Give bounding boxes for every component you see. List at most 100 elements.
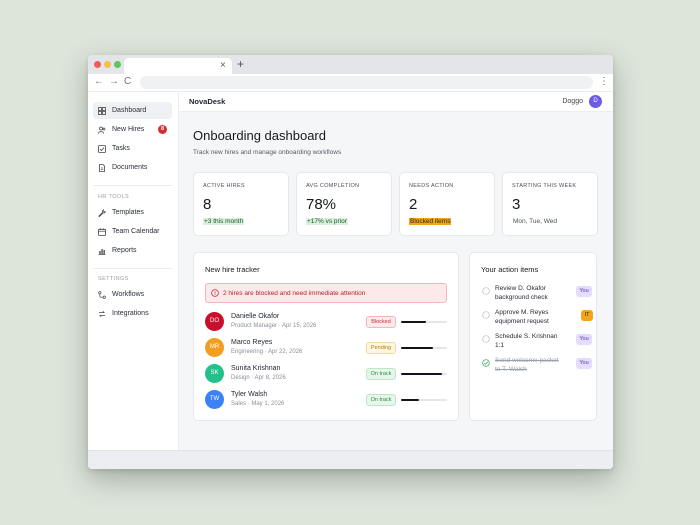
stat-card-needs-action: NEEDS ACTION 2 Blocked items [399,172,495,236]
progress-fill [401,321,427,323]
bar-chart-icon [98,247,106,255]
hire-row[interactable]: TW Tyler Walsh Sales · May 1, 2026 On tr… [205,389,449,411]
reload-icon[interactable]: C [124,75,131,89]
sidebar-item-label: Team Calendar [112,228,160,235]
stat-value: 2 [409,196,418,213]
maximize-window-button[interactable] [114,61,121,68]
minimize-window-button[interactable] [104,61,111,68]
users-icon [98,126,106,134]
browser-tab[interactable]: × [124,58,232,74]
progress-fill [401,373,443,375]
sidebar-item-reports[interactable]: Reports [93,242,172,259]
sidebar-item-label: Dashboard [112,107,147,114]
sidebar-divider [93,185,173,186]
checkbox-icon [98,144,106,153]
action-text: Review D. Okafor background check [495,285,548,301]
address-bar[interactable] [140,76,593,89]
stat-card-starting-this-week: STARTING THIS WEEK 3 Mon, Tue, Wed [502,172,598,236]
stat-value: 78% [306,196,337,213]
checked-circle-icon[interactable] [482,359,490,367]
app-brand: NovaDesk [189,97,226,106]
back-arrow-icon[interactable]: ← [94,75,104,89]
stat-card-active-hires: ACTIVE HIRES 8 +3 this month [193,172,289,236]
hire-row[interactable]: SK Sunita Krishnan Design · Apr 8, 2026 … [205,363,449,385]
stat-trend-badge: +3 this month [203,218,245,225]
hire-meta: Sales · May 1, 2026 [231,401,285,407]
panel-title: Your action items [481,265,539,274]
blocked-items-badge[interactable]: Blocked items [409,218,452,225]
close-window-button[interactable] [94,61,101,68]
action-items-panel: Your action items Review D. Okafor backg… [469,252,597,421]
progress-bar [401,399,447,401]
stat-label: AVG COMPLETION [306,183,360,189]
status-badge: On track [366,368,396,380]
top-header: NovaDesk Doggo D [179,92,613,112]
stat-label: STARTING THIS WEEK [512,183,577,189]
stat-note: Mon, Tue, Wed [513,218,557,225]
assignee-tag: You [576,334,592,345]
avatar: SK [205,364,224,383]
hire-row[interactable]: MR Marco Reyes Engineering · Apr 22, 202… [205,337,449,359]
new-hires-count-badge: 8 [158,125,167,134]
sidebar-item-templates[interactable]: Templates [93,204,172,221]
progress-bar [401,373,447,375]
workflow-icon [98,290,106,299]
user-avatar[interactable]: D [589,95,602,108]
alert-circle-icon [211,289,219,297]
sidebar-item-label: New Hires [112,126,145,133]
sidebar-divider [93,268,173,269]
progress-fill [401,399,420,401]
stat-trend-badge: +17% vs prior [306,218,348,225]
document-icon [98,163,106,172]
forward-arrow-icon[interactable]: → [109,75,119,89]
browser-status-area [88,450,613,469]
panel-title: New hire tracker [205,265,260,274]
assignee-tag: You [576,286,592,297]
stat-value: 3 [512,196,521,213]
hire-row[interactable]: DO Danielle Okafor Product Manager · Apr… [205,311,449,333]
unchecked-circle-icon[interactable] [482,311,490,319]
tab-close-icon[interactable]: × [220,59,226,73]
hire-meta: Product Manager · Apr 15, 2026 [231,323,317,329]
sidebar-item-label: Tasks [112,145,130,152]
unchecked-circle-icon[interactable] [482,335,490,343]
new-tab-button[interactable]: + [237,57,244,71]
blocked-alert-banner[interactable]: 2 hires are blocked and need immediate a… [205,283,447,303]
status-badge: Pending [366,342,396,354]
progress-fill [401,347,434,349]
sidebar-item-team-calendar[interactable]: Team Calendar [93,223,172,240]
grid-icon [98,106,106,115]
sidebar-item-label: Documents [112,164,148,171]
sidebar-item-integrations[interactable]: Integrations [93,305,172,322]
action-item[interactable]: Review D. Okafor background check You [480,284,592,306]
action-item[interactable]: Schedule S. Krishnan 1:1 You [480,332,592,354]
new-hire-tracker-panel: New hire tracker 2 hires are blocked and… [193,252,459,421]
sidebar-item-workflows[interactable]: Workflows [93,286,172,303]
hire-name: Sunita Krishnan [231,365,281,372]
unchecked-circle-icon[interactable] [482,287,490,295]
sidebar-section-settings: SETTINGS [98,276,129,282]
browser-tab-bar: × + [88,55,613,74]
sidebar-item-dashboard[interactable]: Dashboard [93,102,172,119]
hire-name: Danielle Okafor [231,313,280,320]
progress-bar [401,347,447,349]
action-item[interactable]: Approve M. Reyes equipment request IT [480,308,593,330]
sidebar-item-new-hires[interactable]: New Hires 8 [93,121,172,138]
browser-menu-icon[interactable]: ⋮ [599,75,609,89]
stat-value: 8 [203,196,212,213]
hire-meta: Engineering · Apr 22, 2026 [231,349,303,355]
status-badge: Blocked [366,316,396,328]
assignee-tag: You [576,358,592,369]
action-item[interactable]: Send welcome packet to T. Walsh You [480,356,592,378]
sidebar-item-label: Integrations [112,310,149,317]
user-name[interactable]: Doggo [562,98,583,105]
hire-meta: Design · Apr 8, 2026 [231,375,286,381]
page-title: Onboarding dashboard [193,128,326,143]
sidebar-item-tasks[interactable]: Tasks [93,140,172,157]
sidebar-item-documents[interactable]: Documents [93,159,172,176]
hire-name: Tyler Walsh [231,391,268,398]
progress-bar [401,321,447,323]
sidebar-item-label: Reports [112,247,137,254]
sidebar-item-label: Workflows [112,291,145,298]
stat-label: ACTIVE HIRES [203,183,245,189]
